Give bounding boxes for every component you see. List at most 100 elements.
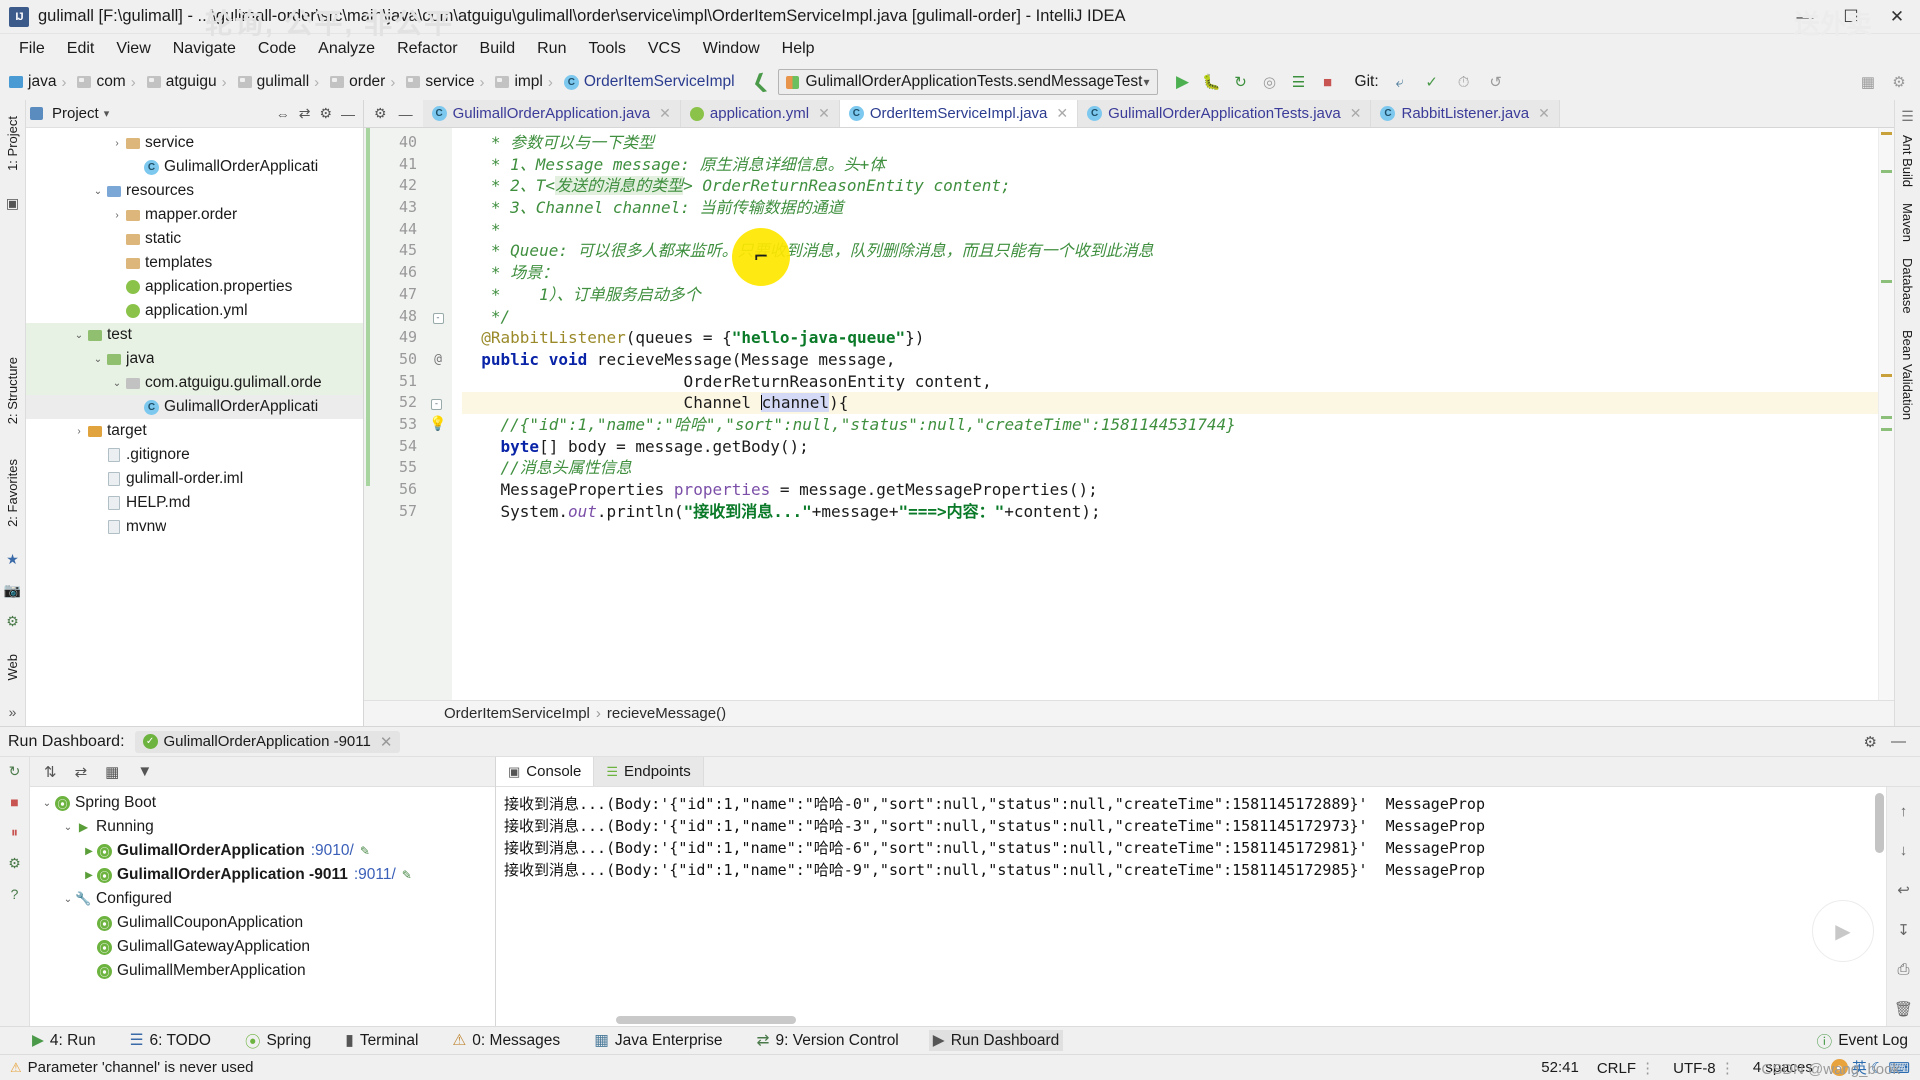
- tab-close-icon[interactable]: ✕: [1350, 105, 1362, 122]
- menu-refactor[interactable]: Refactor: [386, 37, 468, 61]
- tree-twisty-icon[interactable]: ▶: [82, 870, 96, 881]
- rail-favorites-label[interactable]: 2: Favorites: [5, 459, 20, 527]
- console-hscrollbar[interactable]: [616, 1016, 796, 1024]
- project-tree-item[interactable]: ⌄ resources: [26, 179, 363, 203]
- code-line[interactable]: OrderReturnReasonEntity content,: [462, 371, 1878, 393]
- editor-tab[interactable]: C GulimallOrderApplication.java ✕: [422, 100, 681, 127]
- minimize-button[interactable]: —: [1782, 0, 1828, 34]
- tab-close-icon[interactable]: ✕: [818, 105, 830, 122]
- code-line[interactable]: public void recieveMessage(Message messa…: [462, 349, 1878, 371]
- run-dashboard-item[interactable]: ▶ ⦿ GulimallOrderApplication -9011:9011/ ✎: [30, 863, 495, 887]
- code-line[interactable]: * 场景：: [462, 262, 1878, 284]
- breadcrumb-class[interactable]: C OrderItemServiceImpl: [561, 72, 738, 92]
- edit-icon[interactable]: ✎: [402, 868, 412, 882]
- gear-icon[interactable]: ⚙: [1864, 733, 1877, 751]
- tree-twisty-icon[interactable]: ›: [110, 138, 124, 149]
- code-line[interactable]: *: [462, 219, 1878, 241]
- menu-vcs[interactable]: VCS: [637, 37, 692, 61]
- intention-bulb-icon[interactable]: -💡: [424, 392, 452, 432]
- run-configuration-selector[interactable]: GulimallOrderApplicationTests.sendMessag…: [777, 69, 1158, 95]
- stop-icon[interactable]: ■: [10, 794, 18, 810]
- tab-close-icon[interactable]: ✕: [659, 105, 671, 122]
- scroll-down-icon[interactable]: ↓: [1900, 842, 1908, 859]
- tree-twisty-icon[interactable]: ⌄: [110, 378, 124, 389]
- tree-twisty-icon[interactable]: ⌄: [61, 894, 75, 905]
- run-dashboard-item[interactable]: ⌄ ▶ Running: [30, 815, 495, 839]
- star-icon[interactable]: ★: [6, 551, 19, 568]
- rerun-icon[interactable]: ↻: [9, 763, 21, 780]
- close-button[interactable]: ✕: [1874, 0, 1920, 34]
- code-line[interactable]: @RabbitListener(queues = {"hello-java-qu…: [462, 327, 1878, 349]
- notifications-icon[interactable]: ☰: [1901, 108, 1914, 125]
- menu-tools[interactable]: Tools: [577, 37, 636, 61]
- code-line[interactable]: //{"id":1,"name":"哈哈","sort":null,"statu…: [462, 414, 1878, 436]
- project-tree-item[interactable]: .gitignore: [26, 443, 363, 467]
- back-arrow-icon[interactable]: ❮: [749, 69, 770, 95]
- run-dashboard-item[interactable]: ⦿ GulimallMemberApplication: [30, 959, 495, 983]
- module-icon[interactable]: ▣: [6, 195, 19, 212]
- editor-tab[interactable]: C GulimallOrderApplicationTests.java ✕: [1078, 100, 1372, 127]
- code-editor[interactable]: 40 41 42 43 44 45 46 47 48 49 50 51 52 53 54 55 56 57 - @ -…: [364, 128, 1894, 700]
- console-scrollbar[interactable]: [1875, 793, 1884, 853]
- project-tree-item[interactable]: ⌄ com.atguigu.gulimall.orde: [26, 371, 363, 395]
- suspend-icon[interactable]: ⏸: [11, 824, 18, 841]
- toolwindow-todo[interactable]: ☰ 6: TODO: [126, 1030, 215, 1051]
- breadcrumb-method-label[interactable]: recieveMessage(): [607, 705, 726, 722]
- hide-icon[interactable]: —: [341, 106, 355, 122]
- console-tab[interactable]: ▣ Console: [496, 757, 595, 786]
- menu-navigate[interactable]: Navigate: [162, 37, 247, 61]
- run-dashboard-item[interactable]: ⌄ ⦿ Spring Boot: [30, 791, 495, 815]
- code-line[interactable]: Channel channel){: [462, 392, 1878, 414]
- menu-edit[interactable]: Edit: [56, 37, 106, 61]
- editor-tab[interactable]: C RabbitListener.java ✕: [1371, 100, 1560, 127]
- toolwindow-spring[interactable]: ⦿ Spring: [241, 1029, 315, 1053]
- menu-help[interactable]: Help: [771, 37, 826, 61]
- breadcrumb-service[interactable]: service ›: [403, 72, 492, 92]
- project-tree-item[interactable]: templates: [26, 251, 363, 275]
- menu-window[interactable]: Window: [692, 37, 771, 61]
- expand-all-icon[interactable]: ⇔: [276, 106, 290, 122]
- editor-marker-strip[interactable]: [1878, 128, 1894, 700]
- project-tree[interactable]: › service C GulimallOrderApplicati ⌄ resource…: [26, 128, 363, 726]
- rail-database[interactable]: Database: [1900, 258, 1915, 314]
- search-everywhere-icon[interactable]: ▦: [1855, 69, 1881, 95]
- run-dashboard-item[interactable]: ⦿ GulimallCouponApplication: [30, 911, 495, 935]
- app-url-link[interactable]: :9011/: [354, 866, 396, 884]
- camera-icon[interactable]: 📷: [4, 582, 21, 599]
- stop-icon[interactable]: ■: [1315, 69, 1341, 95]
- console-body[interactable]: 接收到消息...(Body:'{"id":1,"name":"哈哈-0","so…: [496, 787, 1920, 1026]
- editor-tab[interactable]: application.yml ✕: [680, 100, 840, 127]
- clear-all-icon[interactable]: 🗑: [1894, 1000, 1913, 1018]
- breadcrumb-gulimall[interactable]: gulimall ›: [235, 72, 328, 92]
- gear-icon[interactable]: ⚙: [319, 105, 332, 122]
- project-tree-item[interactable]: › target: [26, 419, 363, 443]
- tree-twisty-icon[interactable]: ⌄: [61, 822, 75, 833]
- breadcrumb-com[interactable]: com ›: [74, 72, 143, 92]
- debug-icon[interactable]: 🐛: [1199, 69, 1225, 95]
- rail-project-label[interactable]: 1: Project: [5, 116, 20, 171]
- event-log-button[interactable]: ⓘ Event Log: [1817, 1030, 1908, 1052]
- project-tree-item[interactable]: C GulimallOrderApplicati: [26, 395, 363, 419]
- ime-indicator[interactable]: ● 英 ☾ ⌨: [1830, 1057, 1910, 1078]
- rail-structure-label[interactable]: 2: Structure: [5, 357, 20, 424]
- project-tree-item[interactable]: ⌄ java: [26, 347, 363, 371]
- menu-analyze[interactable]: Analyze: [307, 37, 386, 61]
- maximize-button[interactable]: ☐: [1828, 0, 1874, 34]
- tree-twisty-icon[interactable]: ⌄: [72, 330, 86, 341]
- project-tree-item[interactable]: application.yml: [26, 299, 363, 323]
- toolwindow-run[interactable]: ▶ 4: Run: [28, 1030, 100, 1051]
- code-line[interactable]: * 2、T<发送的消息的类型> OrderReturnReasonEntity …: [462, 175, 1878, 197]
- toolwindow-java-enterprise[interactable]: ▦ Java Enterprise: [590, 1030, 726, 1051]
- project-tree-item[interactable]: ⌄ test: [26, 323, 363, 347]
- hide-icon[interactable]: —: [399, 106, 413, 122]
- filter-icon[interactable]: ▼: [137, 763, 152, 780]
- tree-twisty-icon[interactable]: ▶: [82, 846, 96, 857]
- breadcrumb-class-label[interactable]: OrderItemServiceImpl: [444, 705, 590, 722]
- code-line[interactable]: System.out.println("接收到消息..."+message+"=…: [462, 501, 1878, 523]
- project-tree-item[interactable]: › mapper.order: [26, 203, 363, 227]
- settings-icon[interactable]: ⚙: [1886, 69, 1912, 95]
- tree-twisty-icon[interactable]: ⌄: [91, 354, 105, 365]
- rerun-icon[interactable]: ↻: [1228, 69, 1254, 95]
- run-dashboard-tree[interactable]: ⌄ ⦿ Spring Boot ⌄ ▶ Running ▶ ⦿ GulimallOrderApp…: [30, 787, 495, 1026]
- profile-icon[interactable]: ☰: [1286, 69, 1312, 95]
